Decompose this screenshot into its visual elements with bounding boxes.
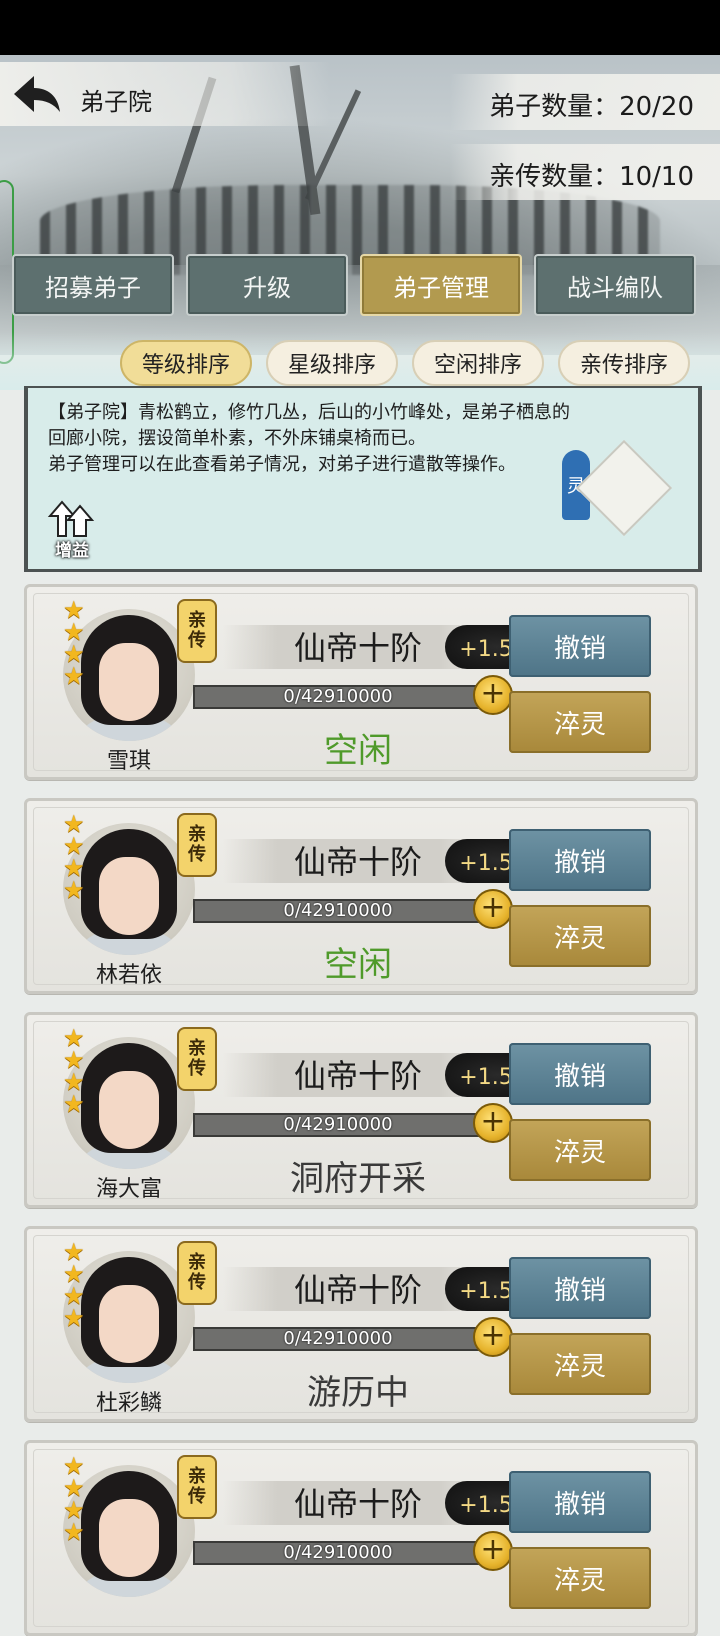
boost-button[interactable]: 增益 — [44, 498, 100, 561]
plus-icon: + — [480, 1104, 506, 1139]
boost-arrow-icon — [47, 500, 95, 537]
back-button[interactable] — [10, 72, 64, 116]
tab-formation[interactable]: 战斗编队 — [534, 254, 696, 316]
revoke-button[interactable]: 撤销 — [509, 1471, 651, 1533]
sort-by-inner[interactable]: 亲传排序 — [558, 340, 690, 386]
refine-button[interactable]: 淬灵 — [509, 1119, 651, 1181]
page-title: 弟子院 — [80, 88, 152, 116]
inner-disciple-count: 亲传数量：10/10 — [489, 162, 694, 192]
star-rating: ★ ★ ★ ★ — [63, 598, 89, 690]
star-icon: ★ — [63, 876, 85, 904]
disciple-name: 林若依 — [95, 963, 162, 988]
revoke-button[interactable]: 撤销 — [509, 829, 651, 891]
description-line: 【弟子院】青松鹤立，修竹几丛，后山的小竹峰处，是弟子栖息的 — [48, 402, 570, 423]
revoke-button[interactable]: 撤销 — [509, 1257, 651, 1319]
tab-recruit[interactable]: 招募弟子 — [12, 254, 174, 316]
star-icon: ★ — [63, 1518, 85, 1546]
star-rating: ★ ★ ★ ★ — [63, 812, 89, 904]
star-rating: ★ ★ ★ ★ — [63, 1240, 89, 1332]
star-icon: ★ — [63, 1090, 85, 1118]
sort-by-star[interactable]: 星级排序 — [266, 340, 398, 386]
boost-label: 增益 — [55, 541, 89, 561]
add-exp-button[interactable]: + — [473, 889, 513, 929]
sort-by-level[interactable]: 等级排序 — [120, 340, 252, 386]
disciple-name: 杜彩鳞 — [95, 1391, 162, 1416]
revoke-button[interactable]: 撤销 — [509, 615, 651, 677]
plus-icon: + — [480, 1318, 506, 1353]
add-exp-button[interactable]: + — [473, 1103, 513, 1143]
spirit-badge: 灵 — [542, 439, 673, 550]
revoke-button[interactable]: 撤销 — [509, 1043, 651, 1105]
sort-by-idle[interactable]: 空闲排序 — [412, 340, 544, 386]
star-icon: ★ — [63, 1304, 85, 1332]
add-exp-button[interactable]: + — [473, 675, 513, 715]
refine-button[interactable]: 淬灵 — [509, 1333, 651, 1395]
refine-button[interactable]: 淬灵 — [509, 691, 651, 753]
description-scroll: 【弟子院】青松鹤立，修竹几丛，后山的小竹峰处，是弟子栖息的 回廊小院，摆设简单朴… — [24, 386, 702, 572]
exp-text: 0/42910000 — [283, 900, 393, 921]
inner-disciple-badge: 亲传 — [177, 1455, 217, 1519]
exp-text: 0/42910000 — [283, 1328, 393, 1349]
disciple-card: ★ ★ ★ ★ 亲传 杜彩鳞 仙帝十阶 +1.5倍 0/42910000 + 游历中 … — [24, 1226, 698, 1422]
plus-icon: + — [480, 890, 506, 925]
disciple-name: 海大富 — [95, 1177, 162, 1202]
disciple-name: 雪琪 — [106, 749, 151, 774]
inner-disciple-badge: 亲传 — [177, 813, 217, 877]
status-bar — [0, 0, 720, 55]
inner-disciple-badge: 亲传 — [177, 599, 217, 663]
status-label: 洞府开采 — [290, 1159, 426, 1199]
main-tabs: 招募弟子 升级 弟子管理 战斗编队 — [12, 254, 708, 318]
disciple-card: ★ ★ ★ ★ 亲传 雪琪 仙帝十阶 +1.5倍 0/42910000 + 空闲 撤销… — [24, 584, 698, 780]
disciple-card: ★ ★ ★ ★ 亲传 林若依 仙帝十阶 +1.5倍 0/42910000 + 空闲 撤… — [24, 798, 698, 994]
plus-icon: + — [480, 676, 506, 711]
star-rating: ★ ★ ★ ★ — [63, 1454, 89, 1546]
exp-text: 0/42910000 — [283, 686, 393, 707]
status-label: 游历中 — [307, 1373, 409, 1413]
plus-icon: + — [480, 1532, 506, 1567]
status-label: 空闲 — [324, 945, 392, 985]
disciple-card: ★ ★ ★ ★ 亲传 海大富 仙帝十阶 +1.5倍 0/42910000 + 洞府开采… — [24, 1012, 698, 1208]
back-arrow-icon — [14, 76, 60, 112]
refine-button[interactable]: 淬灵 — [509, 905, 651, 967]
star-icon: ★ — [63, 662, 85, 690]
exp-text: 0/42910000 — [283, 1542, 393, 1563]
add-exp-button[interactable]: + — [473, 1317, 513, 1357]
star-rating: ★ ★ ★ ★ — [63, 1026, 89, 1118]
status-label: 空闲 — [324, 731, 392, 771]
disciple-card: ★ ★ ★ ★ 亲传 仙帝十阶 +1.5倍 0/42910000 + 撤销 淬灵 — [24, 1440, 698, 1636]
spirit-emblem-icon — [575, 439, 673, 537]
disciple-count: 弟子数量：20/20 — [489, 92, 694, 122]
add-exp-button[interactable]: + — [473, 1531, 513, 1571]
inner-disciple-badge: 亲传 — [177, 1027, 217, 1091]
tab-manage[interactable]: 弟子管理 — [360, 254, 522, 316]
tab-upgrade[interactable]: 升级 — [186, 254, 348, 316]
inner-disciple-badge: 亲传 — [177, 1241, 217, 1305]
exp-text: 0/42910000 — [283, 1114, 393, 1135]
